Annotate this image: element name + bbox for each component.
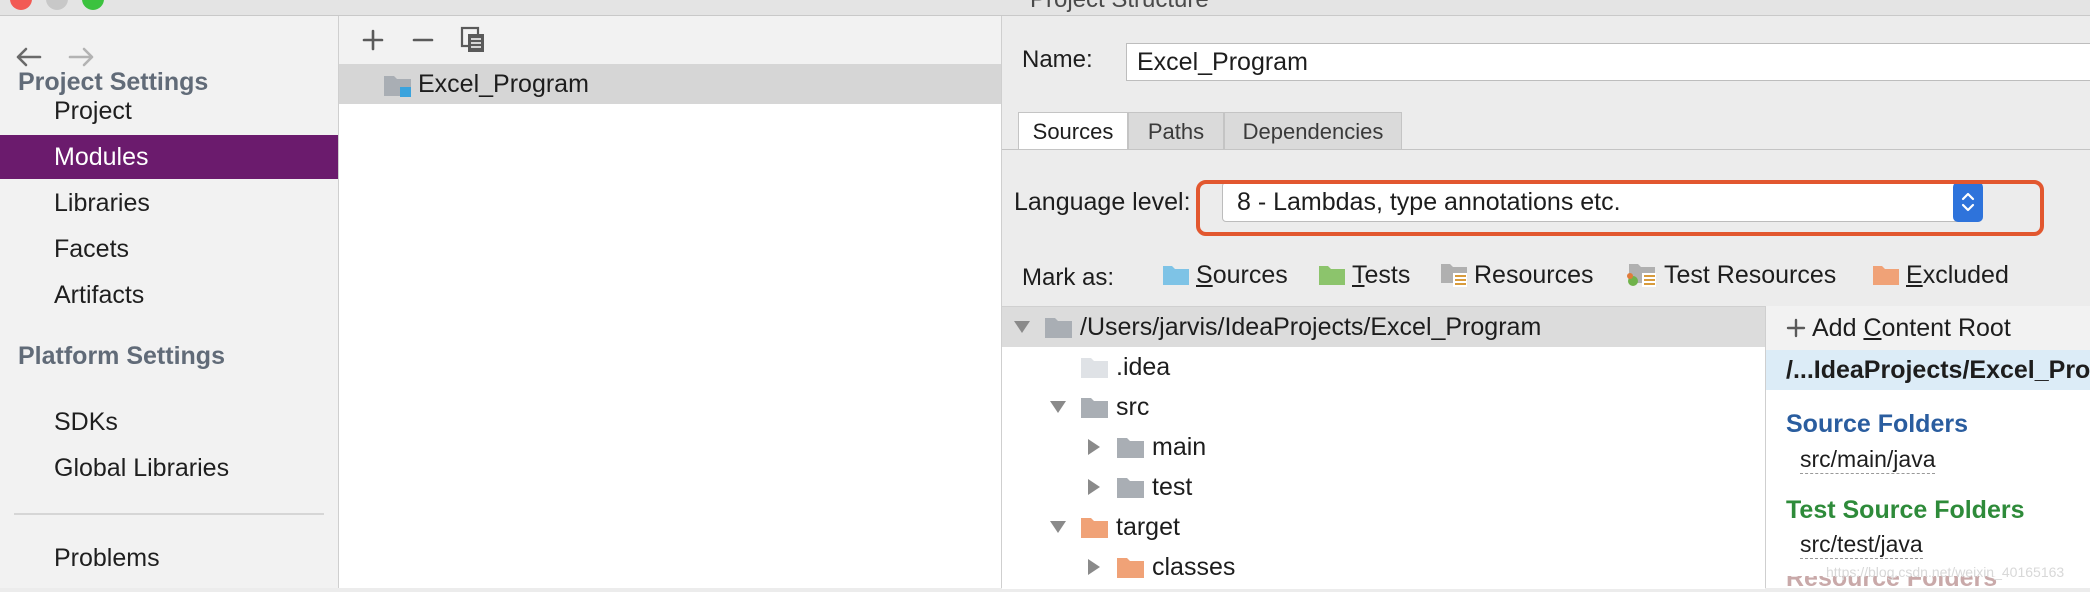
content-roots-panel: Add Content Root /...IdeaProjects/Excel_… xyxy=(1765,306,2090,592)
test-source-folder-path[interactable]: src/test/java xyxy=(1800,530,1923,559)
mark-sources-button[interactable]: Sources xyxy=(1162,256,1288,294)
language-level-label: Language level: xyxy=(1014,188,1191,216)
settings-sidebar: Project Settings Project Modules Librari… xyxy=(0,16,339,588)
mark-resources-label: Resources xyxy=(1474,260,1594,289)
remove-icon[interactable] xyxy=(405,22,441,58)
tab-dependencies[interactable]: Dependencies xyxy=(1224,112,1402,150)
add-content-root-label: Add Content Root xyxy=(1812,313,2011,342)
tab-sources[interactable]: Sources xyxy=(1018,112,1128,150)
source-folders-heading: Source Folders xyxy=(1786,410,1968,438)
folder-icon xyxy=(1080,394,1110,427)
test-source-folders-heading: Test Source Folders xyxy=(1786,496,2025,524)
sources-folder-icon xyxy=(1163,266,1189,285)
tree-row-label: main xyxy=(1152,433,1207,461)
expanded-arrow-icon[interactable] xyxy=(1012,317,1032,337)
folder-icon xyxy=(1044,314,1074,347)
sidebar-item-artifacts[interactable]: Artifacts xyxy=(0,273,338,317)
tree-row-label: src xyxy=(1116,393,1150,421)
title-bar: Project Structure xyxy=(0,0,2090,16)
add-icon xyxy=(1786,318,1806,338)
sidebar-divider xyxy=(14,513,324,515)
mark-resources-button[interactable]: Resources xyxy=(1440,256,1594,294)
tree-row-label: classes xyxy=(1152,553,1236,581)
tree-row-label: test xyxy=(1152,473,1193,501)
zoom-window-button[interactable] xyxy=(82,0,104,10)
add-icon[interactable] xyxy=(355,22,391,58)
mark-excluded-button[interactable]: Excluded xyxy=(1872,256,2009,294)
close-window-button[interactable] xyxy=(10,0,32,10)
add-content-root-button[interactable]: Add Content Root xyxy=(1766,306,2090,350)
excluded-folder-icon xyxy=(1873,266,1899,285)
watermark-text: https://blog.csdn.net/weixin_40165163 xyxy=(1826,564,2065,580)
resources-folder-icon xyxy=(1441,264,1467,287)
tab-underline xyxy=(1002,149,2090,150)
tree-row-classes[interactable]: classes xyxy=(1002,547,1765,587)
folder-icon xyxy=(1116,474,1146,507)
platform-settings-heading: Platform Settings xyxy=(18,342,225,370)
module-folder-icon xyxy=(383,72,413,103)
mark-tests-button[interactable]: Tests xyxy=(1318,256,1410,294)
copy-icon[interactable] xyxy=(455,22,491,58)
module-name: Excel_Program xyxy=(418,70,589,98)
tree-row-label: target xyxy=(1116,513,1180,541)
expanded-arrow-icon[interactable] xyxy=(1048,517,1068,537)
sidebar-item-sdks[interactable]: SDKs xyxy=(0,400,338,444)
collapsed-arrow-icon[interactable] xyxy=(1084,437,1104,457)
name-label: Name: xyxy=(1022,46,1093,73)
excluded-folder-icon xyxy=(1116,554,1146,587)
module-toolbar xyxy=(339,16,1001,64)
mark-test-resources-label: Test Resources xyxy=(1664,260,1837,289)
collapsed-arrow-icon[interactable] xyxy=(1084,557,1104,577)
sidebar-item-facets[interactable]: Facets xyxy=(0,227,338,271)
mark-sources-label: Sources xyxy=(1196,260,1288,289)
sidebar-item-project[interactable]: Project xyxy=(0,89,338,133)
tree-row-idea[interactable]: .idea xyxy=(1002,347,1765,387)
tree-row-label: /Users/jarvis/IdeaProjects/Excel_Program xyxy=(1080,313,1542,341)
sidebar-item-global-libraries[interactable]: Global Libraries xyxy=(0,446,338,490)
tree-row-test[interactable]: test xyxy=(1002,467,1765,507)
tests-folder-icon xyxy=(1319,266,1345,285)
content-root-path[interactable]: /...IdeaProjects/Excel_Program xyxy=(1766,350,2090,390)
folder-icon xyxy=(1080,354,1110,387)
minimize-window-button[interactable] xyxy=(46,0,68,10)
sidebar-item-modules[interactable]: Modules xyxy=(0,135,338,179)
sidebar-item-problems[interactable]: Problems xyxy=(0,536,338,580)
module-settings-panel: Name: Sources Paths Dependencies Languag… xyxy=(1002,16,2090,592)
tree-row-main[interactable]: main xyxy=(1002,427,1765,467)
tree-row-root[interactable]: /Users/jarvis/IdeaProjects/Excel_Program xyxy=(1002,307,1765,347)
annotation-highlight-box xyxy=(1196,180,2044,236)
mark-excluded-label: Excluded xyxy=(1906,260,2009,289)
tree-row-src[interactable]: src xyxy=(1002,387,1765,427)
mark-test-resources-button[interactable]: Test Resources xyxy=(1626,256,1836,294)
sidebar-item-libraries[interactable]: Libraries xyxy=(0,181,338,225)
tree-row-label: .idea xyxy=(1116,353,1171,381)
expanded-arrow-icon[interactable] xyxy=(1048,397,1068,417)
test-resources-folder-icon xyxy=(1627,264,1656,287)
mark-tests-label: Tests xyxy=(1352,260,1411,289)
module-list-item[interactable]: Excel_Program xyxy=(339,64,1001,104)
mark-as-label: Mark as: xyxy=(1022,264,1115,291)
excluded-folder-icon xyxy=(1080,514,1110,547)
module-list-panel: Excel_Program xyxy=(339,16,1002,588)
folder-icon xyxy=(1116,434,1146,467)
content-folder-tree: /Users/jarvis/IdeaProjects/Excel_Program… xyxy=(1002,306,1765,589)
window-title: Project Structure xyxy=(1030,0,1209,14)
tab-paths[interactable]: Paths xyxy=(1128,112,1224,150)
module-name-input[interactable] xyxy=(1126,43,2090,81)
source-folder-path[interactable]: src/main/java xyxy=(1800,445,1936,474)
tree-row-target[interactable]: target xyxy=(1002,507,1765,547)
collapsed-arrow-icon[interactable] xyxy=(1084,477,1104,497)
